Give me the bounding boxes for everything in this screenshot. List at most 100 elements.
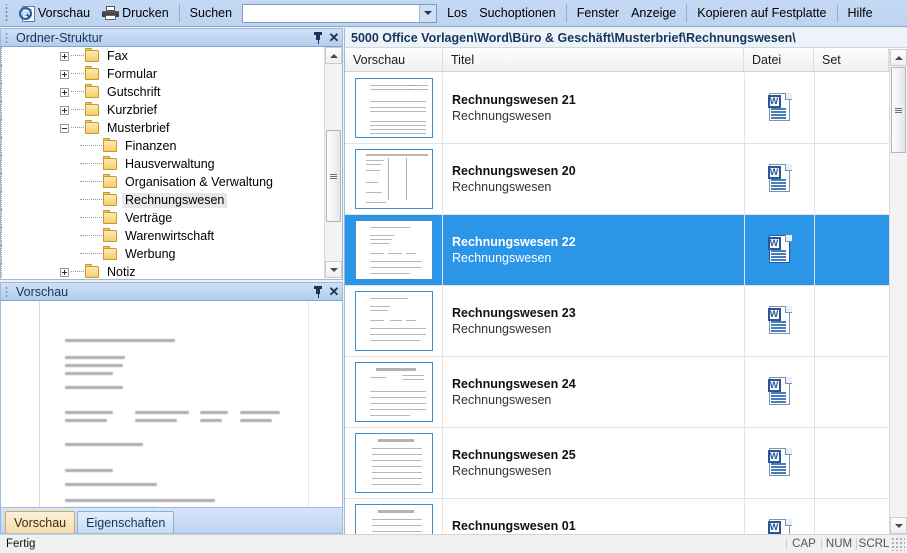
word-icon[interactable]: W xyxy=(767,164,793,194)
folder-tree-list[interactable]: FaxFormularGutschriftKurzbriefMusterbrie… xyxy=(1,47,326,278)
thumbnail-canvas xyxy=(362,81,426,135)
table-row[interactable]: Rechnungswesen 25RechnungswesenW xyxy=(345,428,890,499)
table-row[interactable]: Rechnungswesen 21RechnungswesenW xyxy=(345,73,890,144)
tree-scroll-down-button[interactable] xyxy=(325,261,342,278)
triangle-down-icon-list xyxy=(895,524,903,528)
preview-text-line xyxy=(240,411,280,414)
word-icon[interactable]: W xyxy=(767,377,793,407)
preview-text-line xyxy=(65,469,113,472)
table-row[interactable]: Rechnungswesen 01RechnungswesenW xyxy=(345,499,890,534)
preview-text-line xyxy=(240,419,272,422)
pin-button-preview[interactable] xyxy=(310,284,326,300)
word-icon[interactable]: W xyxy=(767,519,793,534)
row-title-cell: Rechnungswesen 24Rechnungswesen xyxy=(443,357,745,427)
document-thumbnail[interactable] xyxy=(355,433,433,493)
column-header-titel[interactable]: Titel xyxy=(443,48,744,71)
toolbar-grip[interactable] xyxy=(3,4,11,22)
collapse-icon[interactable] xyxy=(60,124,69,133)
column-header-set[interactable]: Set xyxy=(814,48,889,71)
expand-icon[interactable] xyxy=(60,88,69,97)
column-header-datei[interactable]: Datei xyxy=(744,48,814,71)
thumbnail-line xyxy=(370,320,384,321)
thumbnail-line xyxy=(366,170,380,171)
document-thumbnail[interactable] xyxy=(355,362,433,422)
folder-icon xyxy=(103,230,118,242)
document-thumbnail[interactable] xyxy=(355,78,433,138)
tree-item-formular[interactable]: Formular xyxy=(1,65,326,83)
tree-item-rechnungswesen[interactable]: Rechnungswesen xyxy=(1,191,326,209)
tree-scrollbar-thumb[interactable] xyxy=(326,130,341,222)
go-button[interactable]: Los xyxy=(441,2,473,24)
pin-button-tree[interactable] xyxy=(310,30,326,46)
tree-item-finanzen[interactable]: Finanzen xyxy=(1,137,326,155)
list-vertical-scrollbar[interactable] xyxy=(889,49,907,534)
panel-grip-icon-preview[interactable] xyxy=(4,285,11,299)
tree-item-gutschrift[interactable]: Gutschrift xyxy=(1,83,326,101)
preview-button[interactable]: Vorschau xyxy=(13,2,96,24)
list-scroll-down-button[interactable] xyxy=(890,517,907,534)
tree-item-label: Notiz xyxy=(104,265,138,279)
close-button-preview[interactable]: ✕ xyxy=(326,284,342,300)
preview-text-line xyxy=(200,419,222,422)
tree-item-kurzbrief[interactable]: Kurzbrief xyxy=(1,101,326,119)
document-thumbnail[interactable] xyxy=(355,220,433,280)
row-set-cell xyxy=(815,286,890,356)
thumbnail-line xyxy=(370,89,410,90)
tree-item-warenwirtschaft[interactable]: Warenwirtschaft xyxy=(1,227,326,245)
tree-item-fax[interactable]: Fax xyxy=(1,47,326,65)
expand-icon[interactable] xyxy=(60,268,69,277)
search-options-button[interactable]: Suchoptionen xyxy=(473,2,561,24)
word-icon[interactable]: W xyxy=(767,448,793,478)
tree-scroll-up-button[interactable] xyxy=(325,47,342,64)
preview-tab-vorschau[interactable]: Vorschau xyxy=(5,511,75,533)
window-menu[interactable]: Fenster xyxy=(571,2,625,24)
resize-grip-icon[interactable] xyxy=(891,537,905,551)
tree-vertical-scrollbar[interactable] xyxy=(324,47,342,278)
tree-item-hausverwaltung[interactable]: Hausverwaltung xyxy=(1,155,326,173)
tree-connector xyxy=(80,163,102,165)
panel-grip-icon[interactable] xyxy=(4,31,11,45)
tree-item-werbung[interactable]: Werbung xyxy=(1,245,326,263)
document-thumbnail[interactable] xyxy=(355,149,433,209)
expand-icon[interactable] xyxy=(60,106,69,115)
preview-tab-eigenschaften[interactable]: Eigenschaften xyxy=(77,511,174,533)
table-row[interactable]: Rechnungswesen 23RechnungswesenW xyxy=(345,286,890,357)
thumbnail-line xyxy=(370,377,386,378)
expand-icon[interactable] xyxy=(60,70,69,79)
thumbnail-line xyxy=(372,466,422,467)
list-scroll-up-button[interactable] xyxy=(890,49,907,66)
tree-item-notiz[interactable]: Notiz xyxy=(1,263,326,278)
word-icon[interactable]: W xyxy=(767,93,793,123)
folder-tree-body: FaxFormularGutschriftKurzbriefMusterbrie… xyxy=(0,47,343,280)
document-thumbnail[interactable] xyxy=(355,504,433,534)
chevron-down-icon xyxy=(424,11,432,15)
tree-item-organisation-verwaltung[interactable]: Organisation & Verwaltung xyxy=(1,173,326,191)
copy-to-disk-button[interactable]: Kopieren auf Festplatte xyxy=(691,2,832,24)
preview-canvas[interactable] xyxy=(0,301,343,508)
expand-icon[interactable] xyxy=(60,52,69,61)
template-rows-container[interactable]: Rechnungswesen 21RechnungswesenWRechnung… xyxy=(345,73,890,534)
thumbnail-line xyxy=(370,235,394,236)
close-button-tree[interactable]: ✕ xyxy=(326,30,342,46)
search-dropdown-button[interactable] xyxy=(419,5,436,22)
tree-item-musterbrief[interactable]: Musterbrief xyxy=(1,119,326,137)
word-icon[interactable]: W xyxy=(767,235,793,265)
print-button[interactable]: Drucken xyxy=(96,2,175,24)
close-icon: ✕ xyxy=(329,32,340,44)
search-combobox[interactable] xyxy=(242,4,437,23)
thumbnail-line xyxy=(378,510,414,513)
table-row[interactable]: Rechnungswesen 24Rechnungswesen W xyxy=(345,357,890,428)
row-title-cell: Rechnungswesen 22Rechnungswesen xyxy=(443,215,745,285)
table-row[interactable]: Rechnungswesen 22Rechnungswesen W xyxy=(345,215,890,286)
row-file-cell: W xyxy=(745,215,815,285)
tree-item-vertr-ge[interactable]: Verträge xyxy=(1,209,326,227)
word-icon[interactable]: W xyxy=(767,306,793,336)
column-header-vorschau[interactable]: Vorschau xyxy=(345,48,443,71)
document-thumbnail[interactable] xyxy=(355,291,433,351)
row-set-cell xyxy=(815,357,890,427)
preview-text-line xyxy=(65,386,123,389)
table-row[interactable]: Rechnungswesen 20RechnungswesenW xyxy=(345,144,890,215)
list-scrollbar-thumb[interactable] xyxy=(891,67,906,153)
view-menu[interactable]: Anzeige xyxy=(625,2,682,24)
help-menu[interactable]: Hilfe xyxy=(842,2,879,24)
